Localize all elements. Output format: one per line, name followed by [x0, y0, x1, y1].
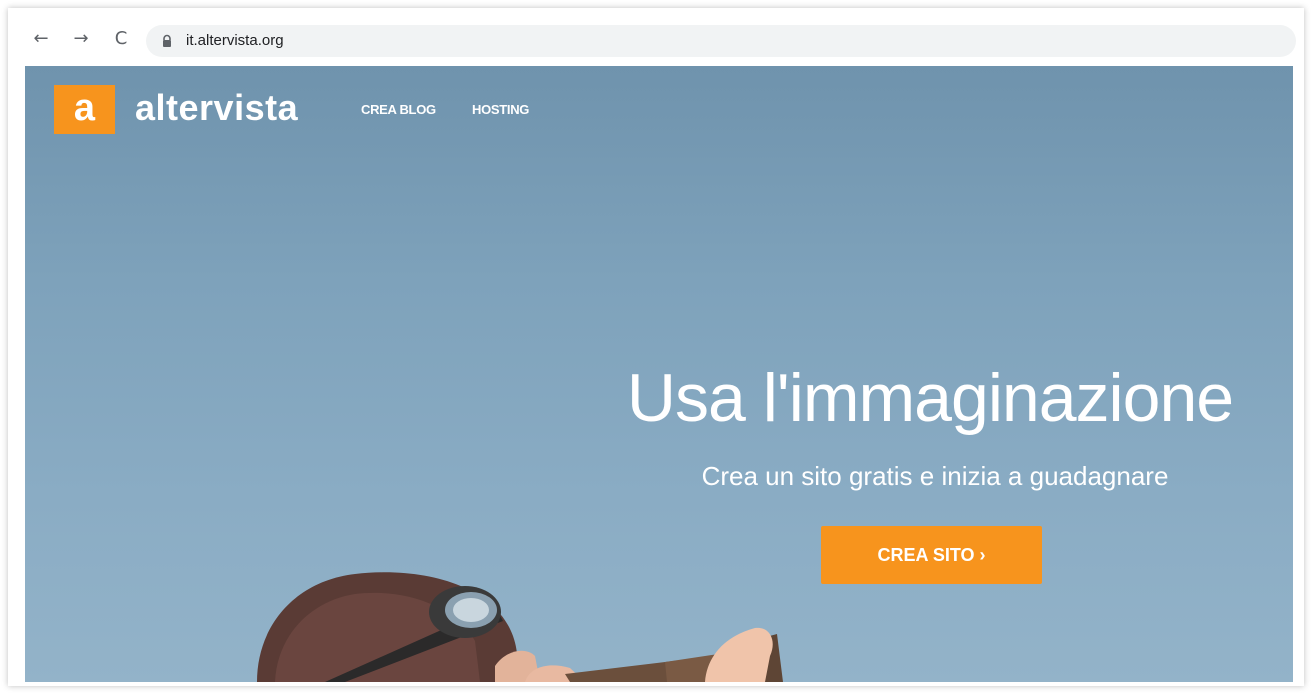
url-text: it.altervista.org — [186, 32, 284, 49]
browser-window: ← → C it.altervista.org a altervista CRE… — [8, 8, 1304, 686]
reload-icon[interactable]: C — [110, 28, 132, 50]
hero-subtitle: Crea un sito gratis e inizia a guadagnar… — [701, 461, 1169, 491]
logo-wordmark[interactable]: altervista — [135, 86, 298, 130]
lock-icon — [163, 34, 171, 47]
nav-hosting[interactable]: HOSTING — [472, 102, 529, 118]
address-bar[interactable]: it.altervista.org — [146, 25, 1296, 57]
browser-toolbar: ← → C it.altervista.org — [8, 8, 1304, 66]
nav-crea-blog[interactable]: CREA BLOG — [361, 102, 436, 118]
page-viewport: a altervista CREA BLOG HOSTING Usa l'imm… — [25, 66, 1293, 682]
logo-mark[interactable]: a — [54, 85, 115, 134]
hero-title: Usa l'immaginazione — [626, 360, 1234, 436]
forward-arrow-icon[interactable]: → — [70, 28, 92, 50]
back-arrow-icon[interactable]: ← — [30, 28, 52, 50]
crea-sito-button[interactable]: CREA SITO › — [821, 526, 1042, 584]
